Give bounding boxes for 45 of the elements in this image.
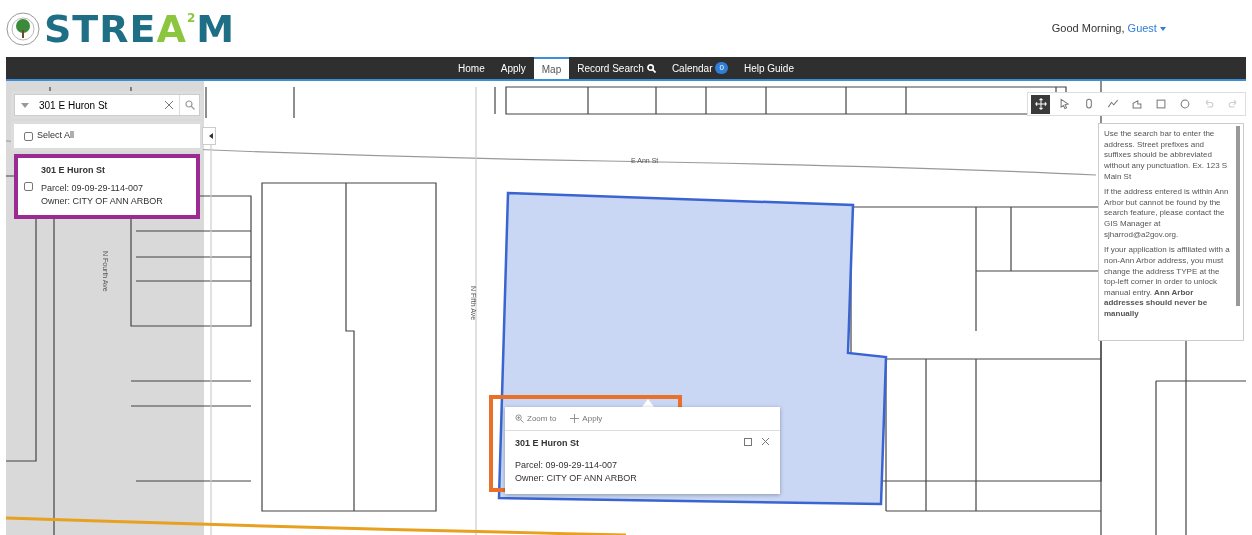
select-all-checkbox[interactable]: [24, 131, 33, 141]
owner-text: Owner: CITY OF ANN ARBOR: [41, 195, 163, 208]
square-icon: [1153, 97, 1168, 111]
zoom-to-button[interactable]: Zoom to: [515, 412, 557, 425]
scrollbar[interactable]: [1236, 126, 1240, 306]
move-tool[interactable]: [1031, 94, 1050, 114]
close-icon: [165, 101, 173, 109]
pointer-icon: [1057, 97, 1072, 111]
nav-tab[interactable]: Map: [533, 57, 570, 79]
popup-title: 301 E Huron St: [515, 437, 580, 450]
count-badge: 0: [715, 62, 728, 74]
nav-tab[interactable]: Record Search: [569, 57, 664, 79]
parcel-text: Parcel: 09-09-29-114-007: [515, 458, 618, 472]
caret-icon: [21, 102, 29, 108]
zoom-icon: [515, 414, 524, 423]
greeting-text: Good Morning,: [1051, 22, 1125, 35]
caret-icon: [1160, 27, 1166, 32]
collapse-button[interactable]: [202, 127, 216, 145]
result-card[interactable]: 301 E Huron St Parcel: 09-09-29-114-007 Owner: CITY OF ANN ARBOR: [14, 154, 200, 219]
parcel-text: Parcel: 09-09-29-114-007: [41, 181, 144, 195]
maximize-icon[interactable]: [744, 437, 753, 446]
select-all-label: Select All: [37, 129, 75, 143]
city-seal-icon: [6, 11, 40, 46]
search-icon: [184, 100, 195, 110]
caret-icon: [209, 133, 213, 139]
search-bar[interactable]: 301 E Huron St: [14, 94, 200, 116]
user-menu[interactable]: Guest: [1127, 22, 1166, 35]
nav-tab[interactable]: Apply: [492, 57, 534, 79]
result-checkbox[interactable]: [24, 181, 33, 191]
nav-tab[interactable]: Help Guide: [735, 57, 802, 79]
plus-icon: [570, 414, 580, 423]
help-text: If the address entered is within Ann Arbor but cannot be found by the search feature, please contact the GIS Manager at sjharrod@a2gov.org.: [1104, 187, 1230, 241]
app-logo: STREA$^{2}$ M: [44, 9, 236, 48]
search-field[interactable]: 301 E Huron St: [35, 97, 159, 113]
apply-button[interactable]: Apply: [570, 412, 603, 425]
help-text: Use the search bar to enter the address. Street prefixes and suffixes should be abbreviated without any punctuation. Ex. 123 S Main St: [1104, 129, 1229, 183]
owner-text: Owner: CITY OF ANN ARBOR: [515, 472, 637, 485]
result-title: 301 E Huron St: [41, 164, 106, 177]
search-icon: [646, 63, 656, 73]
close-icon[interactable]: [761, 437, 770, 446]
help-text: If your application is affiliated with a non-Ann Arbor address, you must change the address TYPE at the top-left corner in order to unlock manual entry. Ann Arbor addresses should never be manually: [1104, 245, 1231, 320]
polygon-icon: [1129, 97, 1144, 111]
move-icon: [1033, 97, 1048, 111]
nav-tab[interactable]: Home: [450, 57, 493, 79]
nav-tab[interactable]: Calendar 0: [663, 57, 736, 79]
